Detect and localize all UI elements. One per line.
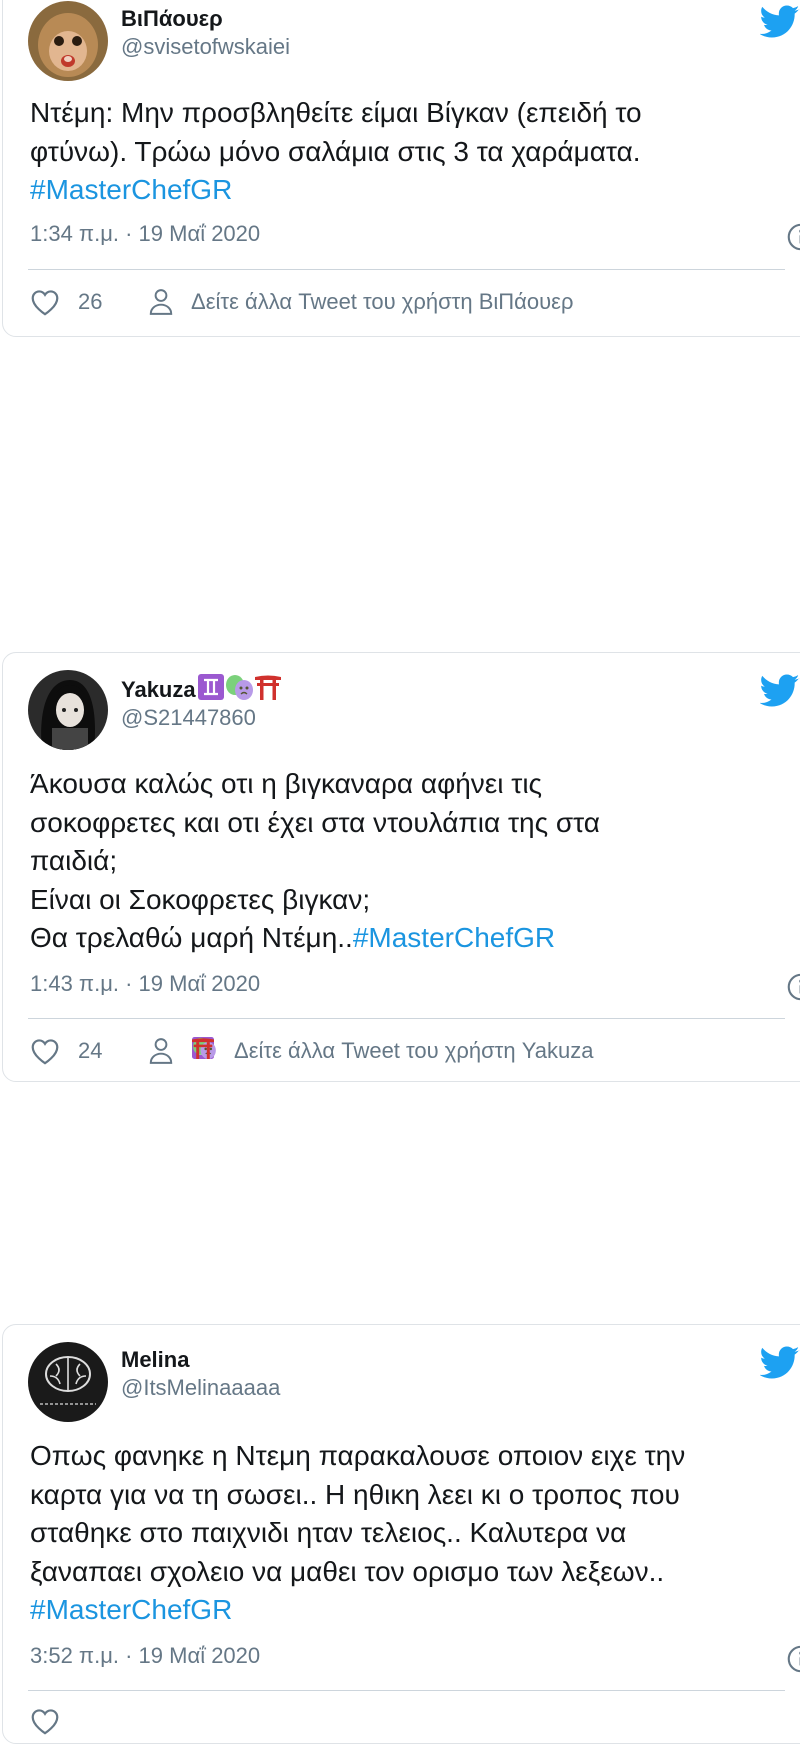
tweet-actions: 24 Δείτε άλλα Tweet του χρήστη Yakuza xyxy=(30,1035,800,1067)
tweet-header: Yakuza @S21447860 xyxy=(28,670,791,750)
divider xyxy=(28,1690,785,1691)
more-tweets-text: Δείτε άλλα Tweet του χρήστη Yakuza xyxy=(234,1035,593,1067)
person-icon xyxy=(148,288,174,316)
display-name[interactable]: ΒιΠάουερ xyxy=(121,5,290,33)
like-count: 24 xyxy=(78,1035,102,1067)
hashtag-link[interactable]: #MasterChefGR xyxy=(353,922,555,953)
anime-girl-avatar[interactable] xyxy=(28,670,108,750)
heart-icon xyxy=(30,1708,60,1735)
more-tweets-label: Δείτε άλλα Tweet του χρήστη ΒιΠάουερ xyxy=(191,286,573,318)
monkey-avatar[interactable] xyxy=(28,1,108,81)
tweet-card: Melina @ItsMelinaaaaa Οπως φανηκε η Ντεμ… xyxy=(2,1324,800,1744)
tweet-card: ΒιΠάουερ @svisetofwskaiei Ντέμη: Μην προ… xyxy=(2,0,800,337)
twitter-bird-icon[interactable] xyxy=(760,1346,800,1380)
tweet-text: Ντέμη: Μην προσβληθείτε είμαι Βίγκαν (επ… xyxy=(30,94,790,210)
twitter-bird-icon[interactable] xyxy=(760,674,800,708)
user-handle[interactable]: @S21447860 xyxy=(121,704,282,732)
twitter-bird-icon[interactable] xyxy=(760,5,800,39)
info-icon[interactable] xyxy=(787,223,800,251)
heart-icon xyxy=(30,1038,60,1065)
gemini-icon xyxy=(198,674,224,700)
tweet-timestamp[interactable]: 1:43 π.μ. · 19 Μαΐ 2020 xyxy=(30,971,260,997)
heart-icon xyxy=(30,289,60,316)
person-icon xyxy=(148,1037,174,1065)
tweet-timestamp[interactable]: 1:34 π.μ. · 19 Μαΐ 2020 xyxy=(30,221,260,247)
tweet-body: Οπως φανηκε η Ντεμη παρακαλουσε οποιον ε… xyxy=(30,1440,685,1587)
tweet-timestamp[interactable]: 3:52 π.μ. · 19 Μαΐ 2020 xyxy=(30,1643,260,1669)
torii-gate-icon xyxy=(254,674,282,700)
like-count: 26 xyxy=(78,286,102,318)
display-name-text: Yakuza xyxy=(121,677,196,702)
tweet-actions: 26 Δείτε άλλα Tweet του χρήστη ΒιΠάουερ xyxy=(30,286,800,318)
tweet-card: Yakuza @S21447860 Άκουσα καλώς xyxy=(2,652,800,1082)
brain-avatar[interactable] xyxy=(28,1342,108,1422)
tweet-actions xyxy=(30,1705,800,1737)
torii-gate-icon xyxy=(191,1037,215,1059)
tweet-header: ΒιΠάουερ @svisetofwskaiei xyxy=(28,1,791,81)
hashtag-link[interactable]: #MasterChefGR xyxy=(30,174,232,205)
user-handle[interactable]: @ItsMelinaaaaa xyxy=(121,1374,280,1402)
info-icon[interactable] xyxy=(787,973,800,1001)
divider xyxy=(28,1018,785,1019)
divider xyxy=(28,269,785,270)
tweet-body: Ντέμη: Μην προσβληθείτε είμαι Βίγκαν (επ… xyxy=(30,97,642,167)
info-icon[interactable] xyxy=(787,1645,800,1673)
tweet-text: Άκουσα καλώς οτι η βιγκαναρα αφήνει τις … xyxy=(30,765,790,958)
display-name[interactable]: Yakuza xyxy=(121,674,282,704)
theater-masks-icon xyxy=(224,674,254,700)
hashtag-link[interactable]: #MasterChefGR xyxy=(30,1594,232,1625)
tweet-text: Οπως φανηκε η Ντεμη παρακαλουσε οποιον ε… xyxy=(30,1437,790,1630)
tweet-header: Melina @ItsMelinaaaaa xyxy=(28,1342,791,1422)
display-name[interactable]: Melina xyxy=(121,1346,280,1374)
user-handle[interactable]: @svisetofwskaiei xyxy=(121,33,290,61)
